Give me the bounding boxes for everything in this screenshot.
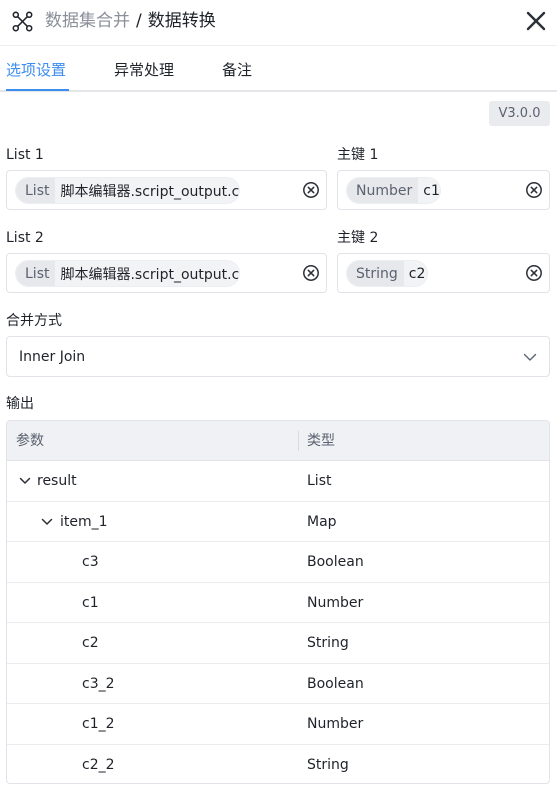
list1-chip-type: List xyxy=(16,178,56,203)
active-tab-indicator xyxy=(6,89,69,91)
list2-label: List 2 xyxy=(6,230,44,246)
table-row[interactable]: c3_2 Boolean xyxy=(7,664,549,704)
row-type: Map xyxy=(307,513,337,530)
row-type: List xyxy=(307,473,332,489)
key1-chip-type: Number xyxy=(347,178,419,203)
list1-chip-value: 脚本编辑器.script_output.c xyxy=(60,183,239,200)
row-name: c2 xyxy=(82,635,99,651)
breadcrumb: 数据集合并 / 数据转换 xyxy=(45,9,216,33)
chevron-down-icon xyxy=(523,353,537,361)
list1-label: List 1 xyxy=(6,147,44,163)
merge-method-select[interactable]: Inner Join xyxy=(6,336,550,377)
chevron-down-icon[interactable] xyxy=(40,515,54,529)
column-header-type: 类型 xyxy=(307,433,335,449)
key1-label: 主键 1 xyxy=(337,147,379,163)
row-name: c3_2 xyxy=(82,675,115,692)
row-name: c3 xyxy=(82,554,99,570)
table-row[interactable]: result List xyxy=(7,461,549,502)
row-name: c1_2 xyxy=(82,716,115,732)
row-name: item_1 xyxy=(60,513,108,530)
tab-bar: 选项设置 异常处理 备注 xyxy=(0,46,557,92)
version-badge: V3.0.0 xyxy=(489,101,550,126)
merge-method-label: 合并方式 xyxy=(6,313,62,329)
key2-chip[interactable]: String c2 xyxy=(346,260,428,287)
key2-chip-value: c2 xyxy=(408,265,426,282)
close-icon[interactable] xyxy=(524,9,548,33)
key1-chip-value: c1 xyxy=(423,182,440,199)
table-row[interactable]: c1 Number xyxy=(7,583,549,623)
breadcrumb-parent[interactable]: 数据集合并 xyxy=(45,11,130,31)
key1-chip[interactable]: Number c1 xyxy=(346,177,441,204)
row-name: c1 xyxy=(82,594,99,611)
column-header-param: 参数 xyxy=(16,433,44,449)
row-type: String xyxy=(307,756,349,773)
key2-field[interactable]: String c2 xyxy=(337,253,550,293)
output-table: 参数 类型 result List item_1 Map c3 Boolean … xyxy=(6,420,550,784)
row-type: Boolean xyxy=(307,675,364,692)
list1-chip[interactable]: List 脚本编辑器.script_output.c xyxy=(15,177,240,204)
list2-chip-value: 脚本编辑器.script_output.c xyxy=(60,266,239,283)
list2-field[interactable]: List 脚本编辑器.script_output.c xyxy=(6,253,327,293)
key2-chip-type: String xyxy=(347,261,404,286)
list2-chip-type: List xyxy=(16,261,56,286)
tab-options[interactable]: 选项设置 xyxy=(6,60,66,80)
list1-field[interactable]: List 脚本编辑器.script_output.c xyxy=(6,170,327,210)
output-label: 输出 xyxy=(6,396,34,412)
table-row[interactable]: item_1 Map xyxy=(7,502,549,542)
tab-notes[interactable]: 备注 xyxy=(222,60,252,80)
cross-arrows-icon xyxy=(12,11,33,32)
key2-clear-icon[interactable] xyxy=(525,264,543,282)
merge-method-value: Inner Join xyxy=(19,349,86,365)
row-type: Boolean xyxy=(307,554,364,570)
panel-header: 数据集合并 / 数据转换 xyxy=(0,0,557,46)
row-type: String xyxy=(307,635,349,651)
column-divider xyxy=(298,431,299,451)
page-title: 数据转换 xyxy=(147,11,216,31)
list1-clear-icon[interactable] xyxy=(302,181,320,199)
table-row[interactable]: c3 Boolean xyxy=(7,542,549,583)
table-row[interactable]: c2_2 String xyxy=(7,745,549,784)
table-header: 参数 类型 xyxy=(7,421,549,461)
list2-clear-icon[interactable] xyxy=(302,264,320,282)
row-name: result xyxy=(37,473,77,489)
row-type: Number xyxy=(307,594,364,611)
breadcrumb-separator: / xyxy=(136,11,142,31)
row-name: c2_2 xyxy=(82,756,115,773)
list2-chip[interactable]: List 脚本编辑器.script_output.c xyxy=(15,260,240,287)
row-type: Number xyxy=(307,716,364,732)
chevron-down-icon[interactable] xyxy=(18,474,32,488)
key1-clear-icon[interactable] xyxy=(525,181,543,199)
key1-field[interactable]: Number c1 xyxy=(337,170,550,210)
key2-label: 主键 2 xyxy=(337,230,379,246)
table-row[interactable]: c1_2 Number xyxy=(7,704,549,745)
tab-exception-handling[interactable]: 异常处理 xyxy=(114,60,174,80)
table-row[interactable]: c2 String xyxy=(7,623,549,664)
